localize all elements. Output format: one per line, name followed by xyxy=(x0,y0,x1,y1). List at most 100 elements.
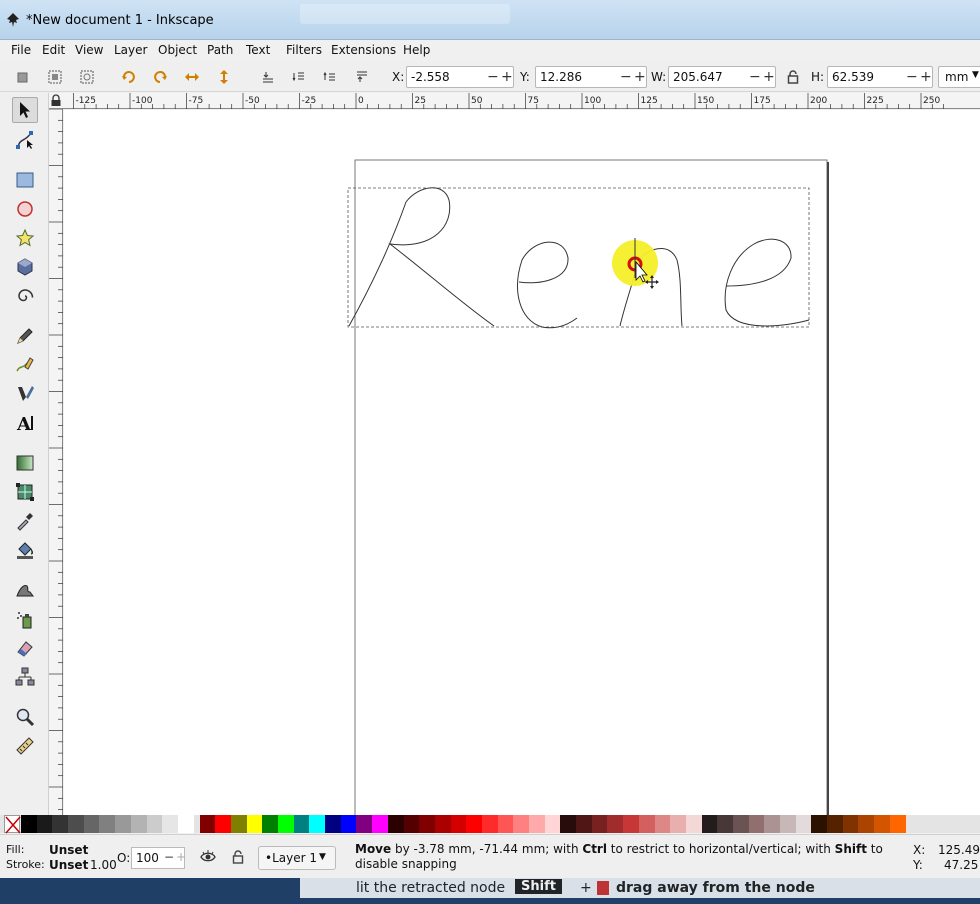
color-swatch[interactable] xyxy=(68,815,84,833)
stroke-width[interactable]: 1.00 xyxy=(90,858,117,872)
text-tool[interactable]: A xyxy=(12,410,38,436)
color-swatch[interactable] xyxy=(560,815,577,833)
color-swatch[interactable] xyxy=(670,815,686,833)
color-swatch[interactable] xyxy=(162,815,178,833)
color-swatch[interactable] xyxy=(199,815,216,833)
lock-ratio-icon[interactable] xyxy=(784,68,802,86)
color-swatch[interactable] xyxy=(419,815,435,833)
x-decrement[interactable]: − xyxy=(487,69,499,85)
color-swatch[interactable] xyxy=(325,815,341,833)
color-swatch[interactable] xyxy=(146,815,163,833)
flip-vertical-icon[interactable] xyxy=(215,68,233,86)
calligraphy-tool[interactable] xyxy=(12,381,38,407)
opacity-increment[interactable]: + xyxy=(176,850,186,864)
lower-to-bottom-icon[interactable] xyxy=(259,68,277,86)
x-field[interactable]: -2.558 − + xyxy=(406,66,514,88)
y-increment[interactable]: + xyxy=(634,69,646,85)
3d-box-tool[interactable] xyxy=(12,254,38,280)
connector-tool[interactable] xyxy=(12,664,38,690)
color-swatch[interactable] xyxy=(262,815,278,833)
color-swatch[interactable] xyxy=(607,815,624,833)
ruler-lock-corner[interactable] xyxy=(49,93,63,109)
color-swatch[interactable] xyxy=(246,815,263,833)
horizontal-ruler[interactable]: -125 -100 -75 -50 -25 0 25 50 75 100 125 150 175 200 2… xyxy=(63,93,980,109)
color-swatch[interactable] xyxy=(780,815,796,833)
unit-select[interactable]: mm ▼ xyxy=(938,66,980,88)
x-increment[interactable]: + xyxy=(501,69,513,85)
w-field[interactable]: 205.647 − + xyxy=(668,66,776,88)
no-paint-icon[interactable] xyxy=(4,815,21,834)
color-swatch[interactable] xyxy=(529,815,545,833)
w-decrement[interactable]: − xyxy=(749,69,761,85)
color-swatch[interactable] xyxy=(340,815,357,833)
color-swatch[interactable] xyxy=(230,815,247,833)
color-swatch[interactable] xyxy=(623,815,639,833)
tweak-tool[interactable] xyxy=(12,577,38,603)
color-swatch[interactable] xyxy=(36,815,53,833)
star-tool[interactable] xyxy=(12,225,38,251)
handwritten-drawing[interactable] xyxy=(348,187,810,329)
toggle-visibility-icon[interactable] xyxy=(200,850,216,867)
color-swatch[interactable] xyxy=(21,815,37,833)
menu-layer[interactable]: Layer xyxy=(114,40,147,60)
color-swatch[interactable] xyxy=(99,815,116,833)
gradient-tool[interactable] xyxy=(12,450,38,476)
lower-icon[interactable] xyxy=(290,68,308,86)
color-swatch[interactable] xyxy=(372,815,388,833)
zoom-tool[interactable] xyxy=(12,704,38,730)
color-swatch[interactable] xyxy=(576,815,592,833)
selector-tool[interactable] xyxy=(12,97,38,123)
color-swatch[interactable] xyxy=(434,815,451,833)
color-swatch[interactable] xyxy=(115,815,131,833)
deselect-icon[interactable] xyxy=(78,68,96,86)
color-swatch[interactable] xyxy=(513,815,529,833)
color-swatch[interactable] xyxy=(701,815,718,833)
dropper-tool[interactable] xyxy=(12,508,38,534)
color-swatch[interactable] xyxy=(732,815,749,833)
color-swatch[interactable] xyxy=(403,815,420,833)
menu-object[interactable]: Object xyxy=(158,40,197,60)
color-swatch[interactable] xyxy=(811,815,828,833)
menu-text[interactable]: Text xyxy=(246,40,270,60)
color-swatch[interactable] xyxy=(889,815,906,833)
layer-lock-icon[interactable] xyxy=(232,850,244,867)
color-swatch[interactable] xyxy=(215,815,231,833)
measure-tool[interactable] xyxy=(12,733,38,759)
color-swatch[interactable] xyxy=(497,815,514,833)
ellipse-tool[interactable] xyxy=(12,196,38,222)
y-decrement[interactable]: − xyxy=(620,69,632,85)
color-swatch[interactable] xyxy=(638,815,655,833)
color-swatch[interactable] xyxy=(654,815,671,833)
color-swatch[interactable] xyxy=(278,815,294,833)
w-increment[interactable]: + xyxy=(763,69,775,85)
vertical-ruler[interactable] xyxy=(49,108,63,815)
raise-to-top-icon[interactable] xyxy=(353,68,371,86)
color-swatch[interactable] xyxy=(356,815,373,833)
eraser-tool[interactable] xyxy=(12,635,38,661)
menu-help[interactable]: Help xyxy=(403,40,430,60)
spiral-tool[interactable] xyxy=(12,283,38,309)
color-swatch[interactable] xyxy=(858,815,875,833)
color-swatch[interactable] xyxy=(293,815,310,833)
stroke-value[interactable]: Unset xyxy=(49,858,88,872)
color-swatch[interactable] xyxy=(591,815,608,833)
menu-view[interactable]: View xyxy=(75,40,103,60)
color-swatch[interactable] xyxy=(83,815,100,833)
pen-tool[interactable] xyxy=(12,352,38,378)
menu-edit[interactable]: Edit xyxy=(42,40,65,60)
paint-bucket-tool[interactable] xyxy=(12,537,38,563)
color-swatch[interactable] xyxy=(52,815,69,833)
rotate-cw-icon[interactable] xyxy=(152,68,170,86)
opacity-field[interactable]: 100 − + xyxy=(131,847,186,869)
color-swatch[interactable] xyxy=(842,815,859,833)
y-field[interactable]: 12.286 − + xyxy=(535,66,647,88)
raise-icon[interactable] xyxy=(321,68,339,86)
select-all-layers-icon[interactable] xyxy=(46,68,64,86)
mesh-tool[interactable] xyxy=(12,479,38,505)
canvas[interactable] xyxy=(64,110,980,815)
pencil-tool[interactable] xyxy=(12,323,38,349)
color-swatch[interactable] xyxy=(795,815,812,833)
color-swatch[interactable] xyxy=(177,815,194,833)
color-swatch[interactable] xyxy=(481,815,498,833)
opacity-decrement[interactable]: − xyxy=(164,850,174,864)
